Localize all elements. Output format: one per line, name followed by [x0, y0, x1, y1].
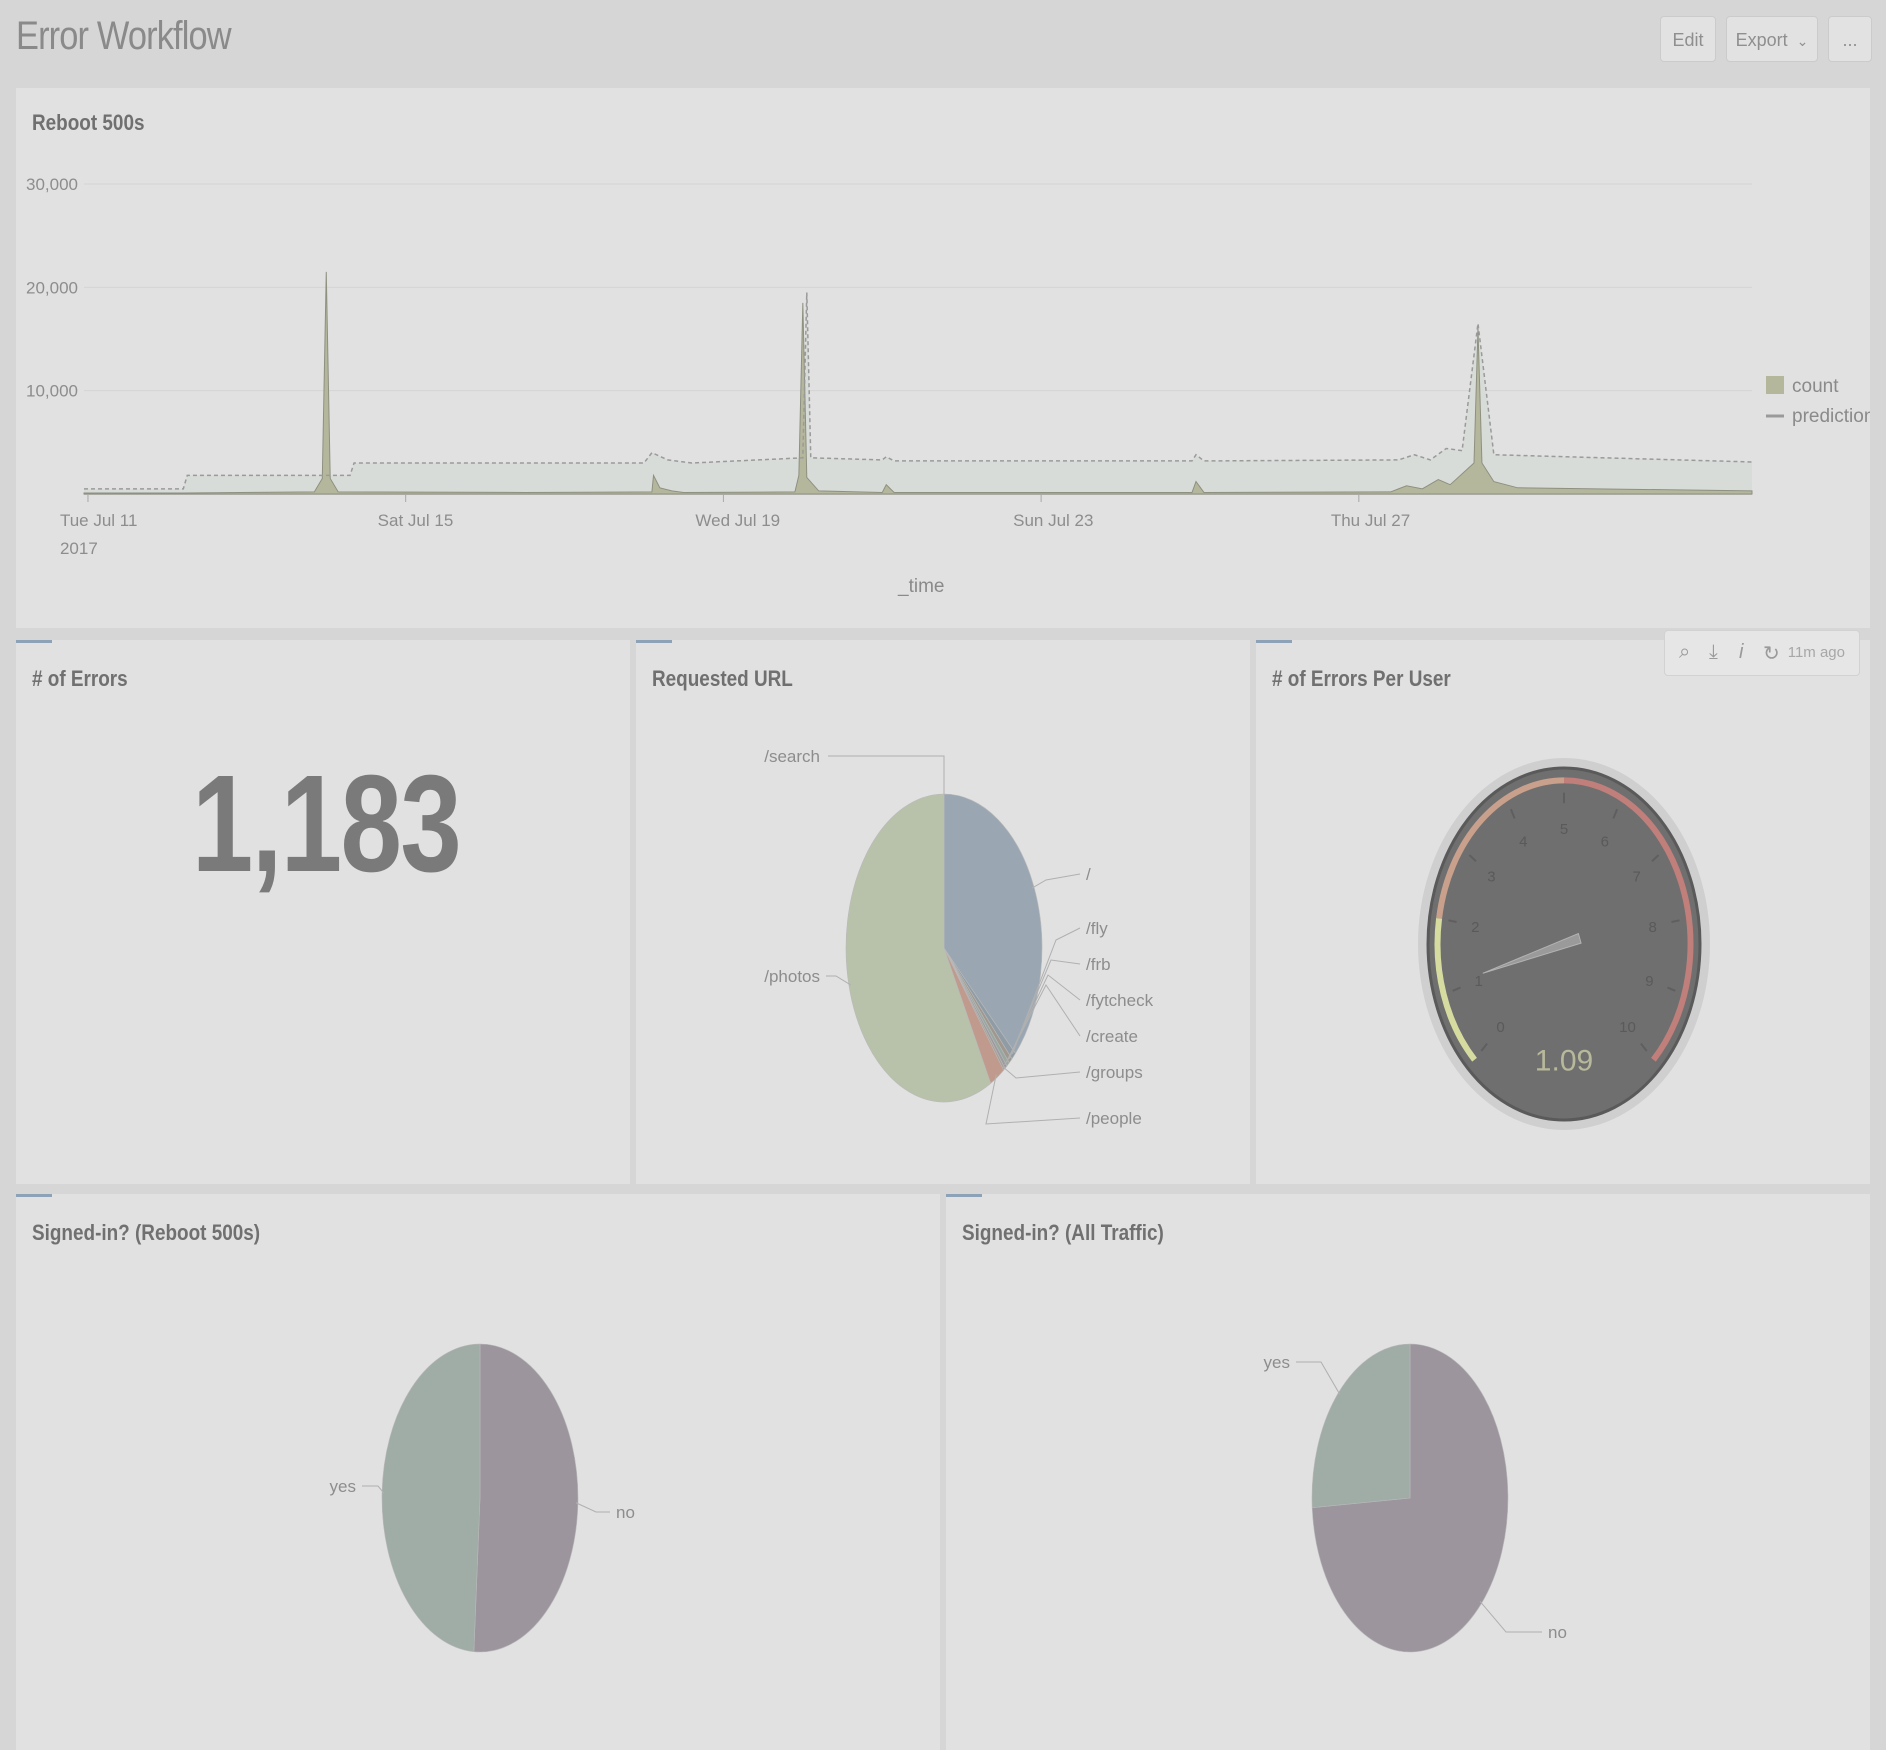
- pie-leader-line: [985, 1074, 1081, 1125]
- pie-label: /photos: [764, 967, 820, 986]
- signed-in-all-panel: Signed-in? (All Traffic) no yes: [946, 1194, 1870, 1750]
- y-tick-label: 30,000: [26, 175, 78, 194]
- gauge-tick-label: 9: [1645, 973, 1653, 990]
- edit-button[interactable]: Edit: [1660, 16, 1716, 62]
- chevron-down-icon: ⌄: [1796, 33, 1809, 49]
- errors-count-panel: # of Errors 1,183: [16, 640, 630, 1184]
- info-icon[interactable]: i: [1739, 641, 1743, 664]
- pie-label: /fly: [1086, 919, 1108, 938]
- pie-leader-line: [828, 755, 945, 794]
- pie-label: yes: [1264, 1353, 1290, 1372]
- export-label: Export: [1735, 30, 1788, 50]
- signed-in-all-pie: no yes: [1264, 1343, 1567, 1653]
- gauge-value-label: 1.09: [1535, 1045, 1593, 1078]
- last-refresh-label: 11m ago: [1787, 644, 1845, 661]
- gauge-tick-label: 6: [1601, 834, 1609, 851]
- gauge-tick-label: 8: [1648, 919, 1656, 936]
- panel-accent: [16, 640, 52, 643]
- reboot-500s-panel: Reboot 500s 10,000 20,000 30,000 Tue Jul 11…: [16, 88, 1870, 628]
- dashboard-header: Error Workflow Edit Export ⌄ ...: [0, 0, 1886, 86]
- pie-label: no: [1548, 1623, 1567, 1642]
- x-tick-label: Sun Jul 23: [1013, 511, 1093, 530]
- requested-url-panel: Requested URL //fly/frb/fytcheck/create /…: [636, 640, 1250, 1184]
- x-tick-label: Wed Jul 19: [695, 511, 780, 530]
- gauge-tick-label: 3: [1487, 869, 1495, 886]
- pie-leader-line: [1031, 873, 1081, 889]
- refresh-icon[interactable]: ↻: [1763, 641, 1780, 666]
- y-tick-label: 10,000: [26, 382, 78, 401]
- gauge-tick-label: 2: [1471, 919, 1479, 936]
- pie-slice: [381, 1343, 481, 1653]
- pie-label: /fytcheck: [1086, 991, 1154, 1010]
- signed-in-reboot-panel: Signed-in? (Reboot 500s) no yes: [16, 1194, 940, 1750]
- y-tick-label: 20,000: [26, 278, 78, 297]
- search-icon[interactable]: ⌕: [1679, 641, 1690, 664]
- page-title: Error Workflow: [16, 14, 232, 58]
- pie-label: /groups: [1086, 1063, 1143, 1082]
- pie-label: /people: [1086, 1109, 1142, 1128]
- gauge-tick-label: 7: [1632, 869, 1640, 886]
- pie-label: no: [616, 1503, 635, 1522]
- pie-label: /frb: [1086, 955, 1111, 974]
- panel-title: # of Errors: [32, 666, 128, 691]
- legend-label-prediction: prediction: [1792, 406, 1870, 427]
- pie-leader-line: [362, 1485, 385, 1494]
- gauge-tick-label: 1: [1474, 973, 1482, 990]
- pie-label: /create: [1086, 1027, 1138, 1046]
- legend-swatch-count: [1766, 376, 1784, 394]
- errors-gauge: 0 1 2 3 4 5 6 7 8 9 10 1.09: [1418, 758, 1710, 1130]
- x-tick-label: Tue Jul 11: [60, 511, 138, 530]
- more-actions-button[interactable]: ...: [1828, 16, 1872, 62]
- pie-slice: [1311, 1343, 1411, 1508]
- gauge-tick-label: 5: [1560, 821, 1568, 838]
- pie-leader-line: [1296, 1361, 1341, 1395]
- requested-url-pie: / /fly/frb/fytcheck/create/groups/people /…: [764, 747, 1154, 1128]
- prediction-band: [84, 292, 1752, 494]
- export-button[interactable]: Export ⌄: [1726, 16, 1818, 62]
- single-value: 1,183: [191, 747, 462, 901]
- x-tick-label: Sat Jul 15: [378, 511, 454, 530]
- gauge-tick-label: 0: [1496, 1019, 1504, 1036]
- pie-label: /search: [764, 747, 820, 766]
- pie-leader-line: [575, 1502, 610, 1513]
- panel-toolbar: ⌕ ⤓ i ↻ 11m ago: [1664, 630, 1860, 676]
- pie-leader-line: [1002, 1066, 1081, 1079]
- x-tick-sublabel: 2017: [60, 539, 98, 558]
- pie-slice: [473, 1343, 579, 1653]
- gauge-tick-label: 10: [1619, 1019, 1636, 1036]
- pie-leader-line: [1479, 1600, 1542, 1633]
- timechart: 10,000 20,000 30,000 Tue Jul 11 2017 Sat Jul …: [26, 175, 1870, 597]
- errors-per-user-panel: # of Errors Per User 0 1 2 3 4 5 6 7 8 9 10 1.09: [1256, 640, 1870, 1184]
- legend-label-count: count: [1792, 376, 1839, 397]
- download-icon[interactable]: ⤓: [1709, 641, 1718, 664]
- gauge-tick-label: 4: [1519, 834, 1527, 851]
- x-tick-label: Thu Jul 27: [1331, 511, 1410, 530]
- signed-in-reboot-pie: no yes: [330, 1343, 635, 1653]
- pie-label: yes: [330, 1477, 356, 1496]
- pie-leader-line: [826, 975, 852, 986]
- pie-label: /: [1086, 865, 1091, 884]
- x-axis-title: _time: [897, 576, 944, 597]
